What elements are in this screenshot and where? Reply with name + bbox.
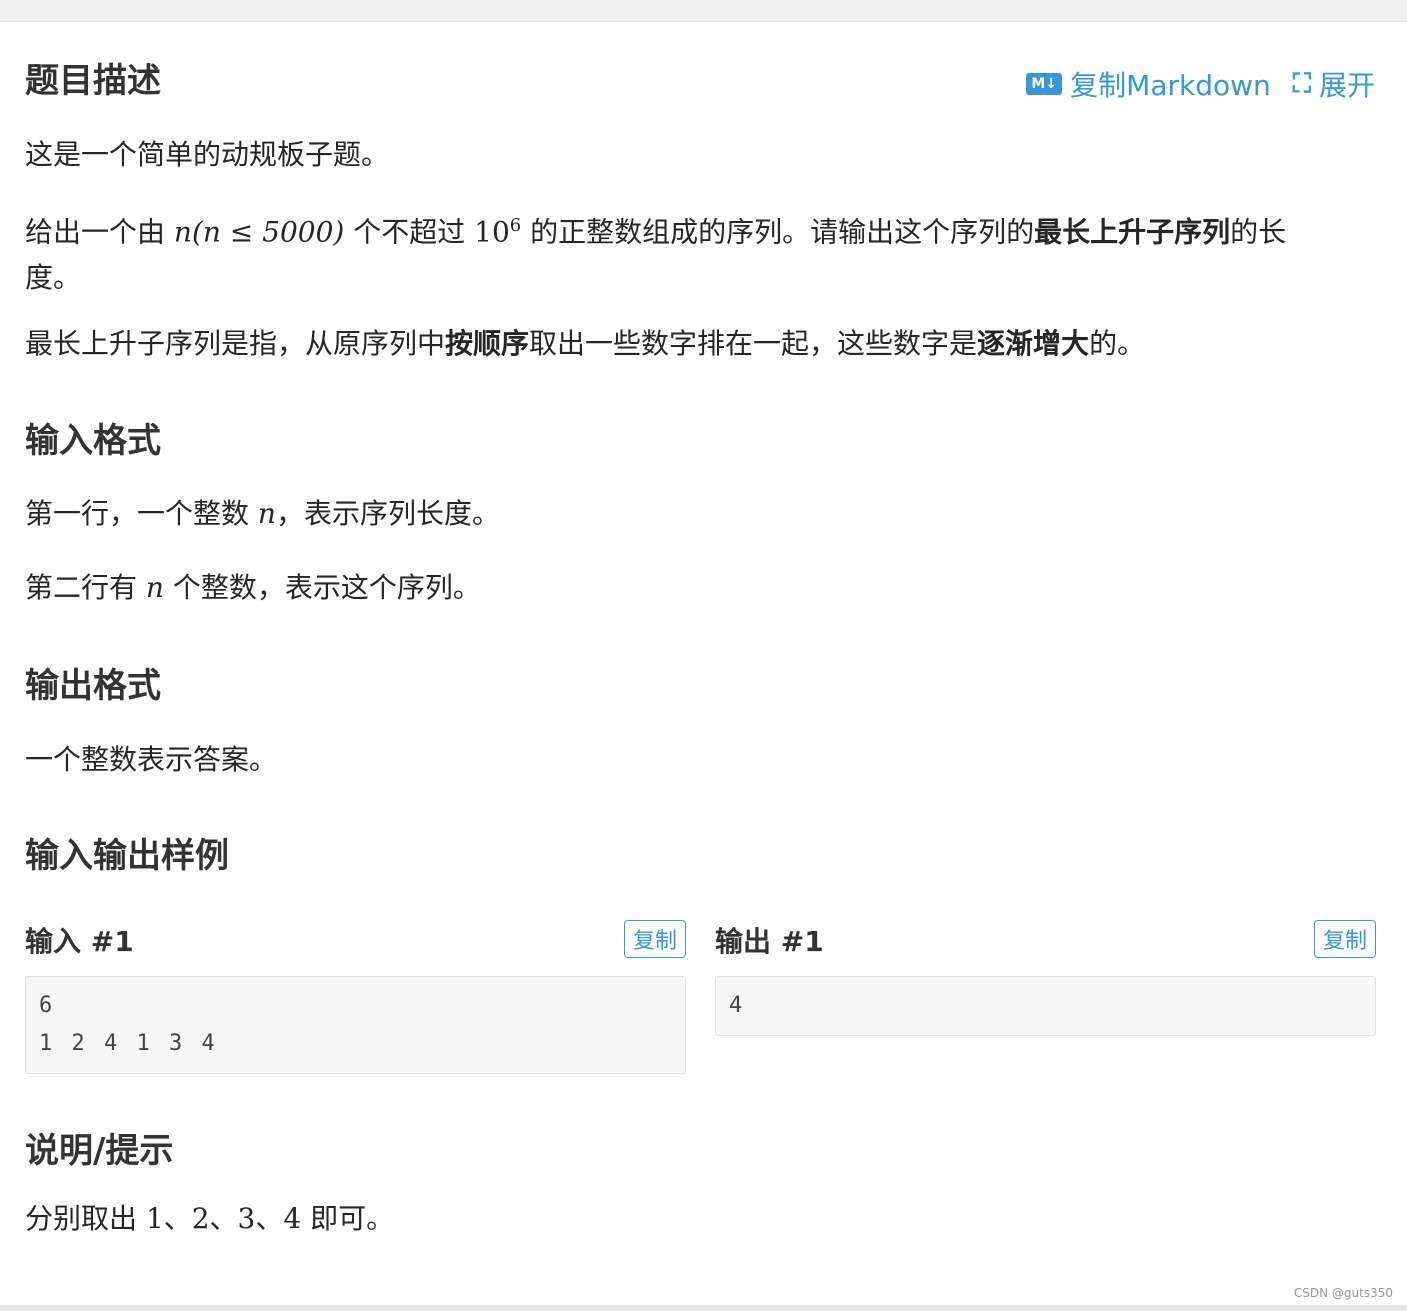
description-title: 题目描述: [25, 61, 161, 101]
input-format-l2-wrap: 第二行有 n 个整数，表示这个序列。: [25, 566, 1375, 610]
hint-title: 说明/提示: [25, 1131, 174, 1171]
description-p2: 给出一个由 n(n ≤ 5000) 个不超过 106 的正整数组成的序列。请输出…: [25, 215, 1287, 295]
input-format-line1: 第一行，一个整数 n，表示序列长度。: [25, 497, 500, 530]
sample-input-line: 6: [39, 993, 53, 1018]
output-format-title-wrap: 输出格式: [25, 669, 1375, 703]
input-format-l1-wrap: 第一行，一个整数 n，表示序列长度。: [25, 492, 1375, 536]
samples-title-wrap: 输入输出样例: [25, 839, 1375, 873]
copy-input-button[interactable]: 复制: [623, 920, 686, 958]
sample-input-label: 输入 #1: [25, 925, 134, 958]
sample-input-panel: 输入 #1 复制 6 1 2 4 1 3 4: [25, 920, 686, 1074]
math-n-constraint: n(n ≤ 5000): [173, 215, 345, 249]
bold-lis: 最长上升子序列: [1034, 215, 1231, 249]
input-format-title-wrap: 输入格式: [25, 424, 1375, 458]
input-format-title: 输入格式: [25, 421, 161, 461]
description-p1: 这是一个简单的动规板子题。: [25, 138, 390, 171]
top-bar: [0, 0, 1407, 22]
description-p1-wrap: 这是一个简单的动规板子题。: [25, 133, 1375, 177]
input-format-line2: 第二行有 n 个整数，表示这个序列。: [25, 571, 481, 604]
math-exponent: 6: [509, 215, 522, 236]
output-format-text: 一个整数表示答案。: [25, 743, 278, 776]
description-p3-wrap: 最长上升子序列是指，从原序列中按顺序取出一些数字排在一起，这些数字是逐渐增大的。: [25, 322, 1375, 366]
sample-input-line: 1 2 4 1 3 4: [39, 1031, 215, 1056]
description-p3: 最长上升子序列是指，从原序列中按顺序取出一些数字排在一起，这些数字是逐渐增大的。: [25, 327, 1146, 360]
sample-output-line: 4: [729, 993, 743, 1018]
output-format-text-wrap: 一个整数表示答案。: [25, 738, 1375, 782]
description-title-wrap: 题目描述: [25, 64, 1375, 98]
sample-input-box: 6 1 2 4 1 3 4: [25, 976, 686, 1074]
watermark: CSDN @guts350: [1293, 1286, 1393, 1300]
hint-text: 分别取出 1、2、3、4 即可。: [25, 1202, 395, 1235]
bottom-bar: [0, 1305, 1407, 1311]
samples-title: 输入输出样例: [25, 836, 229, 876]
math-ten: 10: [474, 215, 510, 249]
output-format-title: 输出格式: [25, 666, 161, 706]
hint-title-wrap: 说明/提示: [25, 1134, 1375, 1168]
sample-output-panel: 输出 #1 复制 4: [715, 920, 1376, 1036]
copy-output-button[interactable]: 复制: [1313, 920, 1376, 958]
description-p2-wrap: 给出一个由 n(n ≤ 5000) 个不超过 106 的正整数组成的序列。请输出…: [25, 203, 1335, 301]
sample-output-box: 4: [715, 976, 1376, 1036]
hint-text-wrap: 分别取出 1、2、3、4 即可。: [25, 1197, 1375, 1241]
sample-output-label: 输出 #1: [715, 925, 824, 958]
